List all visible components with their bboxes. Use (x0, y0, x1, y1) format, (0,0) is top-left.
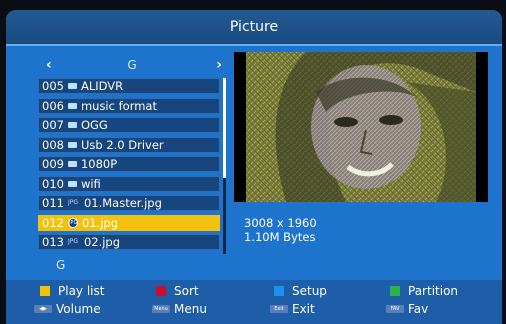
legend-label: Play list (58, 284, 105, 298)
item-name: Usb 2.0 Driver (80, 137, 164, 152)
yellow-key-icon (40, 286, 50, 296)
fav-key-icon: FAV (386, 305, 404, 313)
legend-label: Partition (408, 284, 459, 298)
image-resolution: 3008 x 1960 (244, 216, 317, 230)
item-number: 011 (42, 196, 64, 210)
hint-label: Menu (174, 302, 207, 316)
current-folder-label: G (127, 58, 137, 72)
image-info: 3008 x 1960 1.10M Bytes (244, 216, 317, 244)
folder-icon (67, 122, 77, 128)
legend-setup[interactable]: Setup (274, 284, 327, 298)
main-panel: ‹ G › 005 ALIDVR 006 music format 007 OG… (6, 46, 502, 280)
legend-sort[interactable]: Sort (156, 284, 199, 298)
red-key-icon (156, 286, 166, 296)
file-list: 005 ALIDVR 006 music format 007 OGG 008 … (38, 78, 220, 254)
picture-browser-screen: Picture ‹ G › 005 ALIDVR 006 music forma… (6, 10, 502, 324)
folder-icon (67, 180, 77, 187)
disc-icon: JPG (67, 217, 78, 228)
folder-icon (67, 102, 77, 109)
folder-icon (67, 141, 77, 148)
list-item[interactable]: 005 ALIDVR (38, 78, 220, 94)
scrollbar-thumb[interactable] (223, 78, 226, 178)
list-item[interactable]: 010 wifi (38, 175, 220, 192)
legend-label: Sort (174, 284, 199, 298)
exit-key-icon: Exit (270, 305, 288, 313)
menu-key-icon: Menu (152, 305, 170, 313)
item-name: wifi (80, 176, 101, 191)
list-item[interactable]: 009 1080P (38, 156, 220, 172)
hint-fav[interactable]: FAV Fav (386, 302, 428, 316)
hint-label: Exit (292, 302, 315, 316)
folder-icon (67, 161, 77, 167)
chevron-right-icon[interactable]: › (216, 54, 222, 76)
item-number: 006 (42, 98, 64, 113)
hint-label: Volume (56, 302, 101, 316)
list-item[interactable]: 007 OGG (38, 117, 220, 133)
hint-label: Fav (408, 302, 429, 316)
blue-key-icon (274, 286, 284, 296)
hint-exit[interactable]: Exit Exit (270, 302, 315, 316)
list-item[interactable]: 013 JPG 02.jpg (38, 234, 220, 250)
jpg-file-icon: JPG (67, 199, 78, 206)
item-number: 009 (42, 157, 64, 171)
item-number: 008 (42, 137, 64, 152)
hint-volume[interactable]: ◀▶ Volume (34, 302, 101, 316)
item-name: OGG (80, 118, 108, 132)
list-item[interactable]: 011 JPG 01.Master.jpg (38, 195, 220, 211)
item-number: 012 (42, 215, 64, 230)
list-item-selected[interactable]: 012 JPG 01.jpg (38, 214, 220, 231)
item-number: 005 (42, 79, 64, 93)
page-title: Picture (6, 10, 502, 46)
item-name: 01.jpg (81, 215, 119, 230)
hint-menu[interactable]: Menu Menu (152, 302, 207, 316)
list-scrollbar[interactable] (223, 78, 226, 254)
legend-play-list[interactable]: Play list (40, 284, 104, 298)
jpg-file-icon: JPG (67, 238, 78, 245)
item-name: 1080P (80, 157, 118, 171)
current-drive-label: G (56, 258, 66, 272)
item-name: ALIDVR (80, 79, 124, 93)
image-file-size: 1.10M Bytes (244, 230, 316, 244)
green-key-icon (390, 286, 400, 296)
legend-label: Setup (292, 284, 327, 298)
preview-image (246, 52, 476, 202)
list-item[interactable]: 006 music format (38, 97, 220, 114)
item-number: 007 (42, 118, 64, 132)
list-item[interactable]: 008 Usb 2.0 Driver (38, 136, 220, 153)
image-preview (234, 52, 488, 202)
item-number: 013 (42, 235, 64, 249)
folder-nav: ‹ G › (38, 54, 226, 76)
item-name: music format (80, 98, 157, 113)
item-name: 02.jpg (83, 235, 121, 249)
item-name: 01.Master.jpg (83, 196, 162, 210)
folder-icon (67, 83, 77, 89)
hint-bar: Play list Sort Setup Partition ◀▶ Volume… (6, 280, 502, 324)
item-number: 010 (42, 176, 64, 191)
left-right-key-icon: ◀▶ (34, 305, 52, 313)
legend-partition[interactable]: Partition (390, 284, 458, 298)
